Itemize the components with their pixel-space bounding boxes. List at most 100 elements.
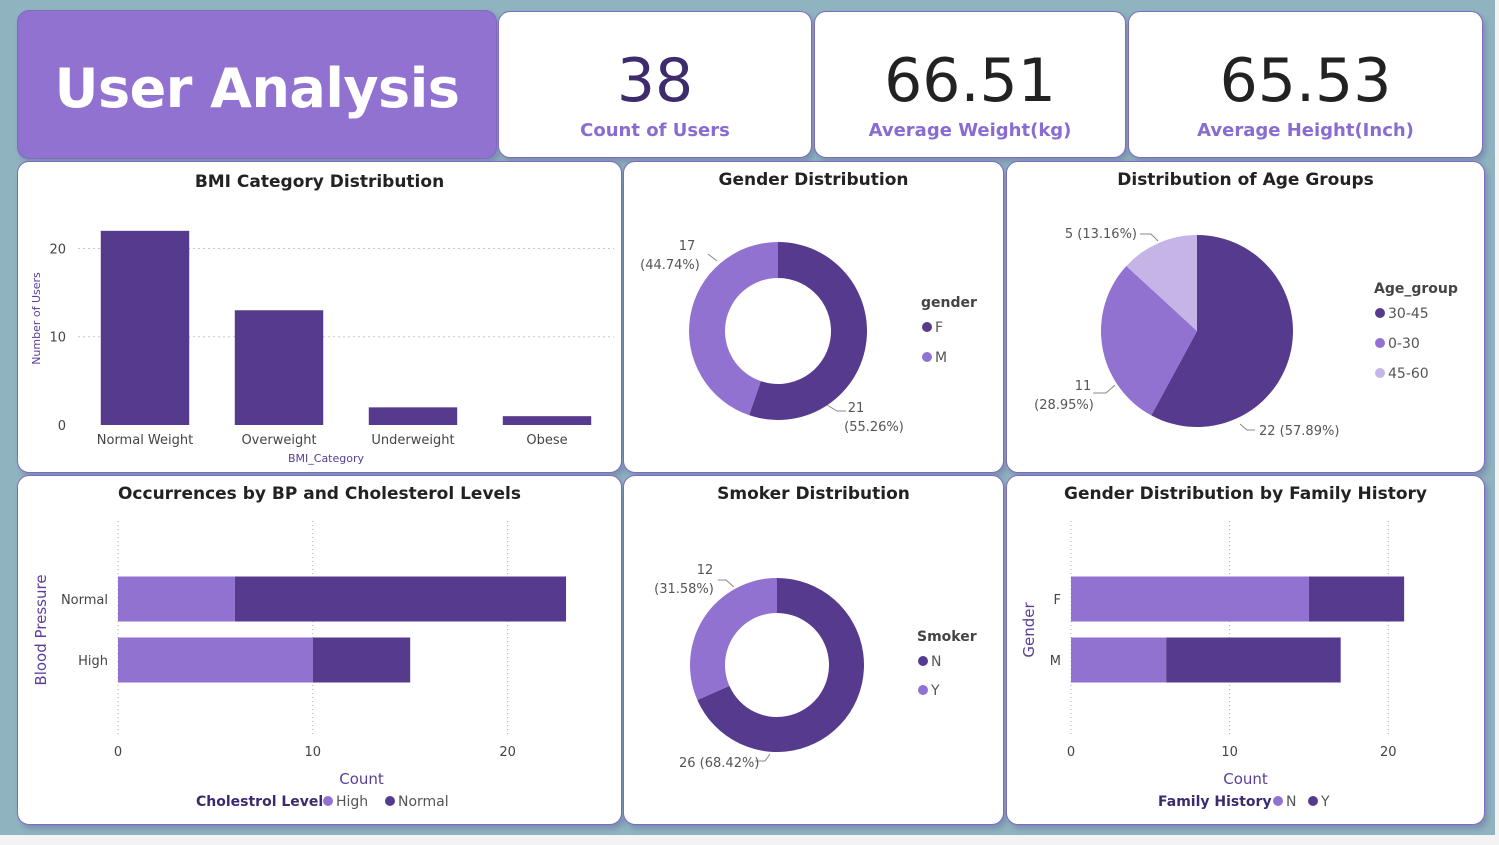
family-stacked-bar-chart: 0 10 20 F M Count Gender Family History N Y: [1020, 521, 1405, 810]
y-tick-label: High: [78, 654, 108, 669]
x-tick-label: Obese: [526, 433, 567, 448]
smoker-chart-card[interactable]: Smoker Distribution 26 (68.42%) 12 (31.58%…: [623, 475, 1004, 825]
kpi-label-weight: Average Weight(kg): [868, 120, 1072, 141]
legend-label: High: [336, 794, 368, 810]
bar: [368, 407, 458, 425]
y-tick-label: 20: [49, 242, 66, 257]
legend-marker: [1308, 796, 1318, 806]
smoker-donut-chart: 26 (68.42%) 12 (31.58%) Smoker NY: [654, 563, 977, 771]
data-label-percent: (44.74%): [640, 258, 700, 273]
x-tick-label: Underweight: [371, 433, 454, 448]
leader-line: [1140, 233, 1159, 242]
x-tick-label: 10: [305, 745, 322, 760]
dashboard-title: User Analysis: [54, 57, 460, 120]
family-chart-card[interactable]: Gender Distribution by Family History 01…: [1006, 475, 1485, 825]
kpi-label-height: Average Height(Inch): [1197, 120, 1414, 141]
legend-label: Normal: [398, 794, 449, 810]
data-label: 26 (68.42%): [679, 756, 759, 771]
y-axis-title: Blood Pressure: [32, 574, 50, 685]
bmi-bar-chart: 0 10 20 Normal Weight Overweight Underweight O…: [30, 230, 614, 465]
x-axis-title: Count: [1223, 770, 1268, 788]
y-tick-label: F: [1054, 593, 1061, 608]
legend-marker: [323, 796, 333, 806]
bp-stacked-bar-chart: 0 10 20 Normal High Count Blood Pressure Choles…: [32, 521, 567, 810]
kpi-card-height[interactable]: 65.53 Average Height(Inch): [1128, 11, 1483, 158]
y-tick-label: 0: [58, 419, 66, 434]
legend-marker: [1273, 796, 1283, 806]
bmi-chart-card[interactable]: BMI Category Distribution 0 10 20 Normal We…: [17, 161, 622, 473]
y-axis-title: Gender: [1020, 602, 1038, 658]
kpi-value-users: 38: [616, 46, 694, 116]
legend-label: Y: [1320, 794, 1330, 810]
data-label-value: 21: [848, 401, 865, 416]
bp-chart-card[interactable]: Occurrences by BP and Cholesterol Levels…: [17, 475, 622, 825]
x-tick-label: Overweight: [241, 433, 316, 448]
age-pie-chart: 22 (57.89%) 11 (28.95%) 5 (13.16%) Age_group…: [1034, 227, 1458, 439]
legend-label: F: [935, 320, 943, 336]
leader-line: [1093, 384, 1116, 394]
x-tick-label: 10: [1221, 745, 1238, 760]
legend-marker: [1375, 338, 1385, 348]
legend-label: 45-60: [1388, 366, 1429, 382]
bar-segment: [1071, 576, 1309, 622]
x-axis-title: BMI_Category: [288, 452, 365, 465]
data-label-value: 17: [679, 239, 696, 254]
bar-segment: [234, 576, 567, 622]
bar: [502, 416, 592, 425]
gender-donut-chart: 21 (55.26%) 17 (44.74%) gender FM: [640, 239, 977, 435]
legend-marker: [922, 322, 932, 332]
kpi-card-weight[interactable]: 66.51 Average Weight(kg): [814, 11, 1126, 158]
legend-marker: [918, 685, 928, 695]
legend-label: 0-30: [1388, 336, 1420, 352]
data-label-value: 12: [697, 563, 714, 578]
legend-marker: [385, 796, 395, 806]
legend-title: gender: [921, 295, 977, 311]
leader-line: [707, 253, 718, 262]
kpi-label-users: Count of Users: [580, 120, 730, 141]
legend-marker: [922, 352, 932, 362]
data-label: 5 (13.16%): [1065, 227, 1137, 242]
kpi-value-weight: 66.51: [884, 46, 1056, 116]
kpi-value-height: 65.53: [1219, 46, 1392, 116]
data-label-percent: (28.95%): [1034, 398, 1094, 413]
legend-title: Smoker: [917, 629, 977, 645]
bar-segment: [1308, 576, 1405, 622]
leader-line: [718, 579, 735, 588]
data-label: 22 (57.89%): [1259, 424, 1339, 439]
bar-segment: [312, 637, 411, 683]
x-axis-title: Count: [339, 770, 384, 788]
bar-segment: [1166, 637, 1341, 683]
data-label-percent: (55.26%): [844, 420, 904, 435]
x-tick-label: 20: [1380, 745, 1397, 760]
legend-label: N: [931, 654, 941, 670]
kpi-card-users[interactable]: 38 Count of Users: [498, 11, 812, 158]
x-tick-label: 0: [1067, 745, 1075, 760]
legend-title: Cholestrol Level: [196, 794, 323, 810]
bar: [100, 230, 190, 425]
title-card: User Analysis: [17, 10, 497, 159]
legend-label: 30-45: [1388, 306, 1429, 322]
legend-label: Y: [930, 683, 940, 699]
leader-line: [1239, 423, 1255, 431]
legend-title: Family History: [1158, 794, 1272, 810]
legend-title: Age_group: [1374, 281, 1458, 297]
y-axis-title: Number of Users: [30, 272, 43, 365]
bar-segment: [1071, 637, 1167, 683]
bar-segment: [118, 576, 235, 622]
legend-marker: [1375, 368, 1385, 378]
x-tick-label: 0: [114, 745, 122, 760]
x-tick-label: 20: [499, 745, 516, 760]
legend-label: M: [935, 350, 947, 366]
data-label-percent: (31.58%): [654, 582, 714, 597]
leader-line: [826, 404, 846, 412]
bar-segment: [118, 637, 313, 683]
bar: [234, 310, 324, 425]
gender-chart-card[interactable]: Gender Distribution 21 (55.26%) 17 (44.74%)…: [623, 161, 1004, 473]
dashboard-canvas: User Analysis 38 Count of Users 66.51 Av…: [0, 0, 1495, 835]
legend-marker: [918, 656, 928, 666]
age-chart-card[interactable]: Distribution of Age Groups 22 (57.89%) 11…: [1006, 161, 1485, 473]
y-tick-label: 10: [49, 331, 66, 346]
legend-marker: [1375, 308, 1385, 318]
data-label-value: 11: [1075, 379, 1092, 394]
y-tick-label: Normal: [61, 593, 108, 608]
